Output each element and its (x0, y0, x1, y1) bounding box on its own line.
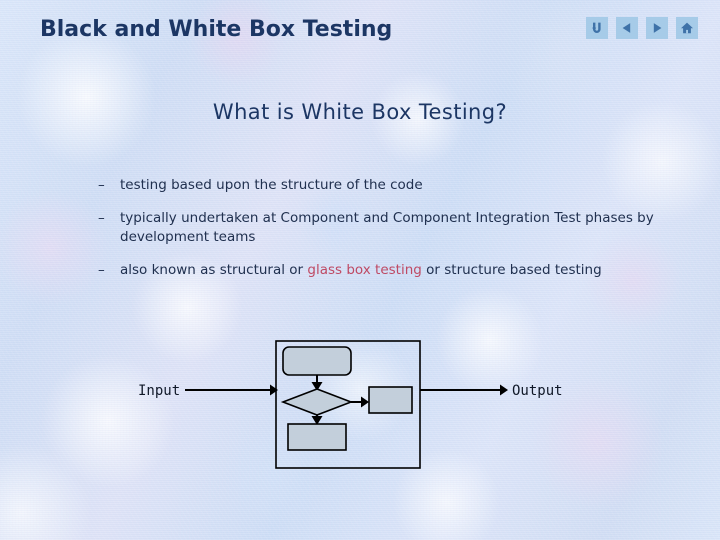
home-icon (680, 21, 694, 35)
home-button[interactable] (676, 17, 698, 39)
bullet-dash: – (98, 210, 105, 226)
previous-button[interactable] (616, 17, 638, 39)
bullet-segment: testing based upon the structure of the … (120, 177, 423, 193)
next-icon (650, 21, 664, 35)
navigation-buttons (586, 17, 698, 39)
bullet-segment: also known as structural or (120, 262, 308, 278)
bullet-text: typically undertaken at Component and Co… (120, 209, 658, 247)
bullet-segment-highlighted: glass box testing (307, 262, 422, 278)
return-icon (590, 21, 604, 35)
process-rounded-rectangle (282, 346, 352, 376)
bullet-segment: typically undertaken at Component and Co… (120, 210, 654, 245)
page-title: Black and White Box Testing (40, 17, 393, 42)
bullet-segment: or structure based testing (421, 262, 602, 278)
list-item: – testing based upon the structure of th… (98, 176, 658, 195)
input-label: Input (138, 383, 180, 399)
list-item: – also known as structural or glass box … (98, 261, 658, 280)
white-box-flowchart-diagram: Input Output (0, 330, 720, 480)
return-button[interactable] (586, 17, 608, 39)
bullet-dash: – (98, 177, 105, 193)
flowchart-svg: Input Output (138, 340, 563, 469)
next-button[interactable] (646, 17, 668, 39)
output-label: Output (512, 383, 563, 399)
process-rectangle-bottom (287, 423, 347, 451)
bullet-text: also known as structural or glass box te… (120, 261, 658, 280)
previous-icon (620, 21, 634, 35)
title-bar: Black and White Box Testing (0, 0, 720, 62)
process-rectangle-right (368, 386, 413, 414)
bullet-dash: – (98, 262, 105, 278)
list-item: – typically undertaken at Component and … (98, 209, 658, 247)
slide-canvas: Black and White Box Testing What is Whit… (0, 0, 720, 540)
output-arrowhead (500, 384, 508, 396)
connector-decision-to-right-process-arrowhead (361, 396, 369, 408)
content-heading: What is White Box Testing? (212, 100, 508, 124)
decision-diamond (280, 388, 354, 416)
bullet-text: testing based upon the structure of the … (120, 176, 658, 195)
bullet-list: – testing based upon the structure of th… (98, 176, 658, 294)
